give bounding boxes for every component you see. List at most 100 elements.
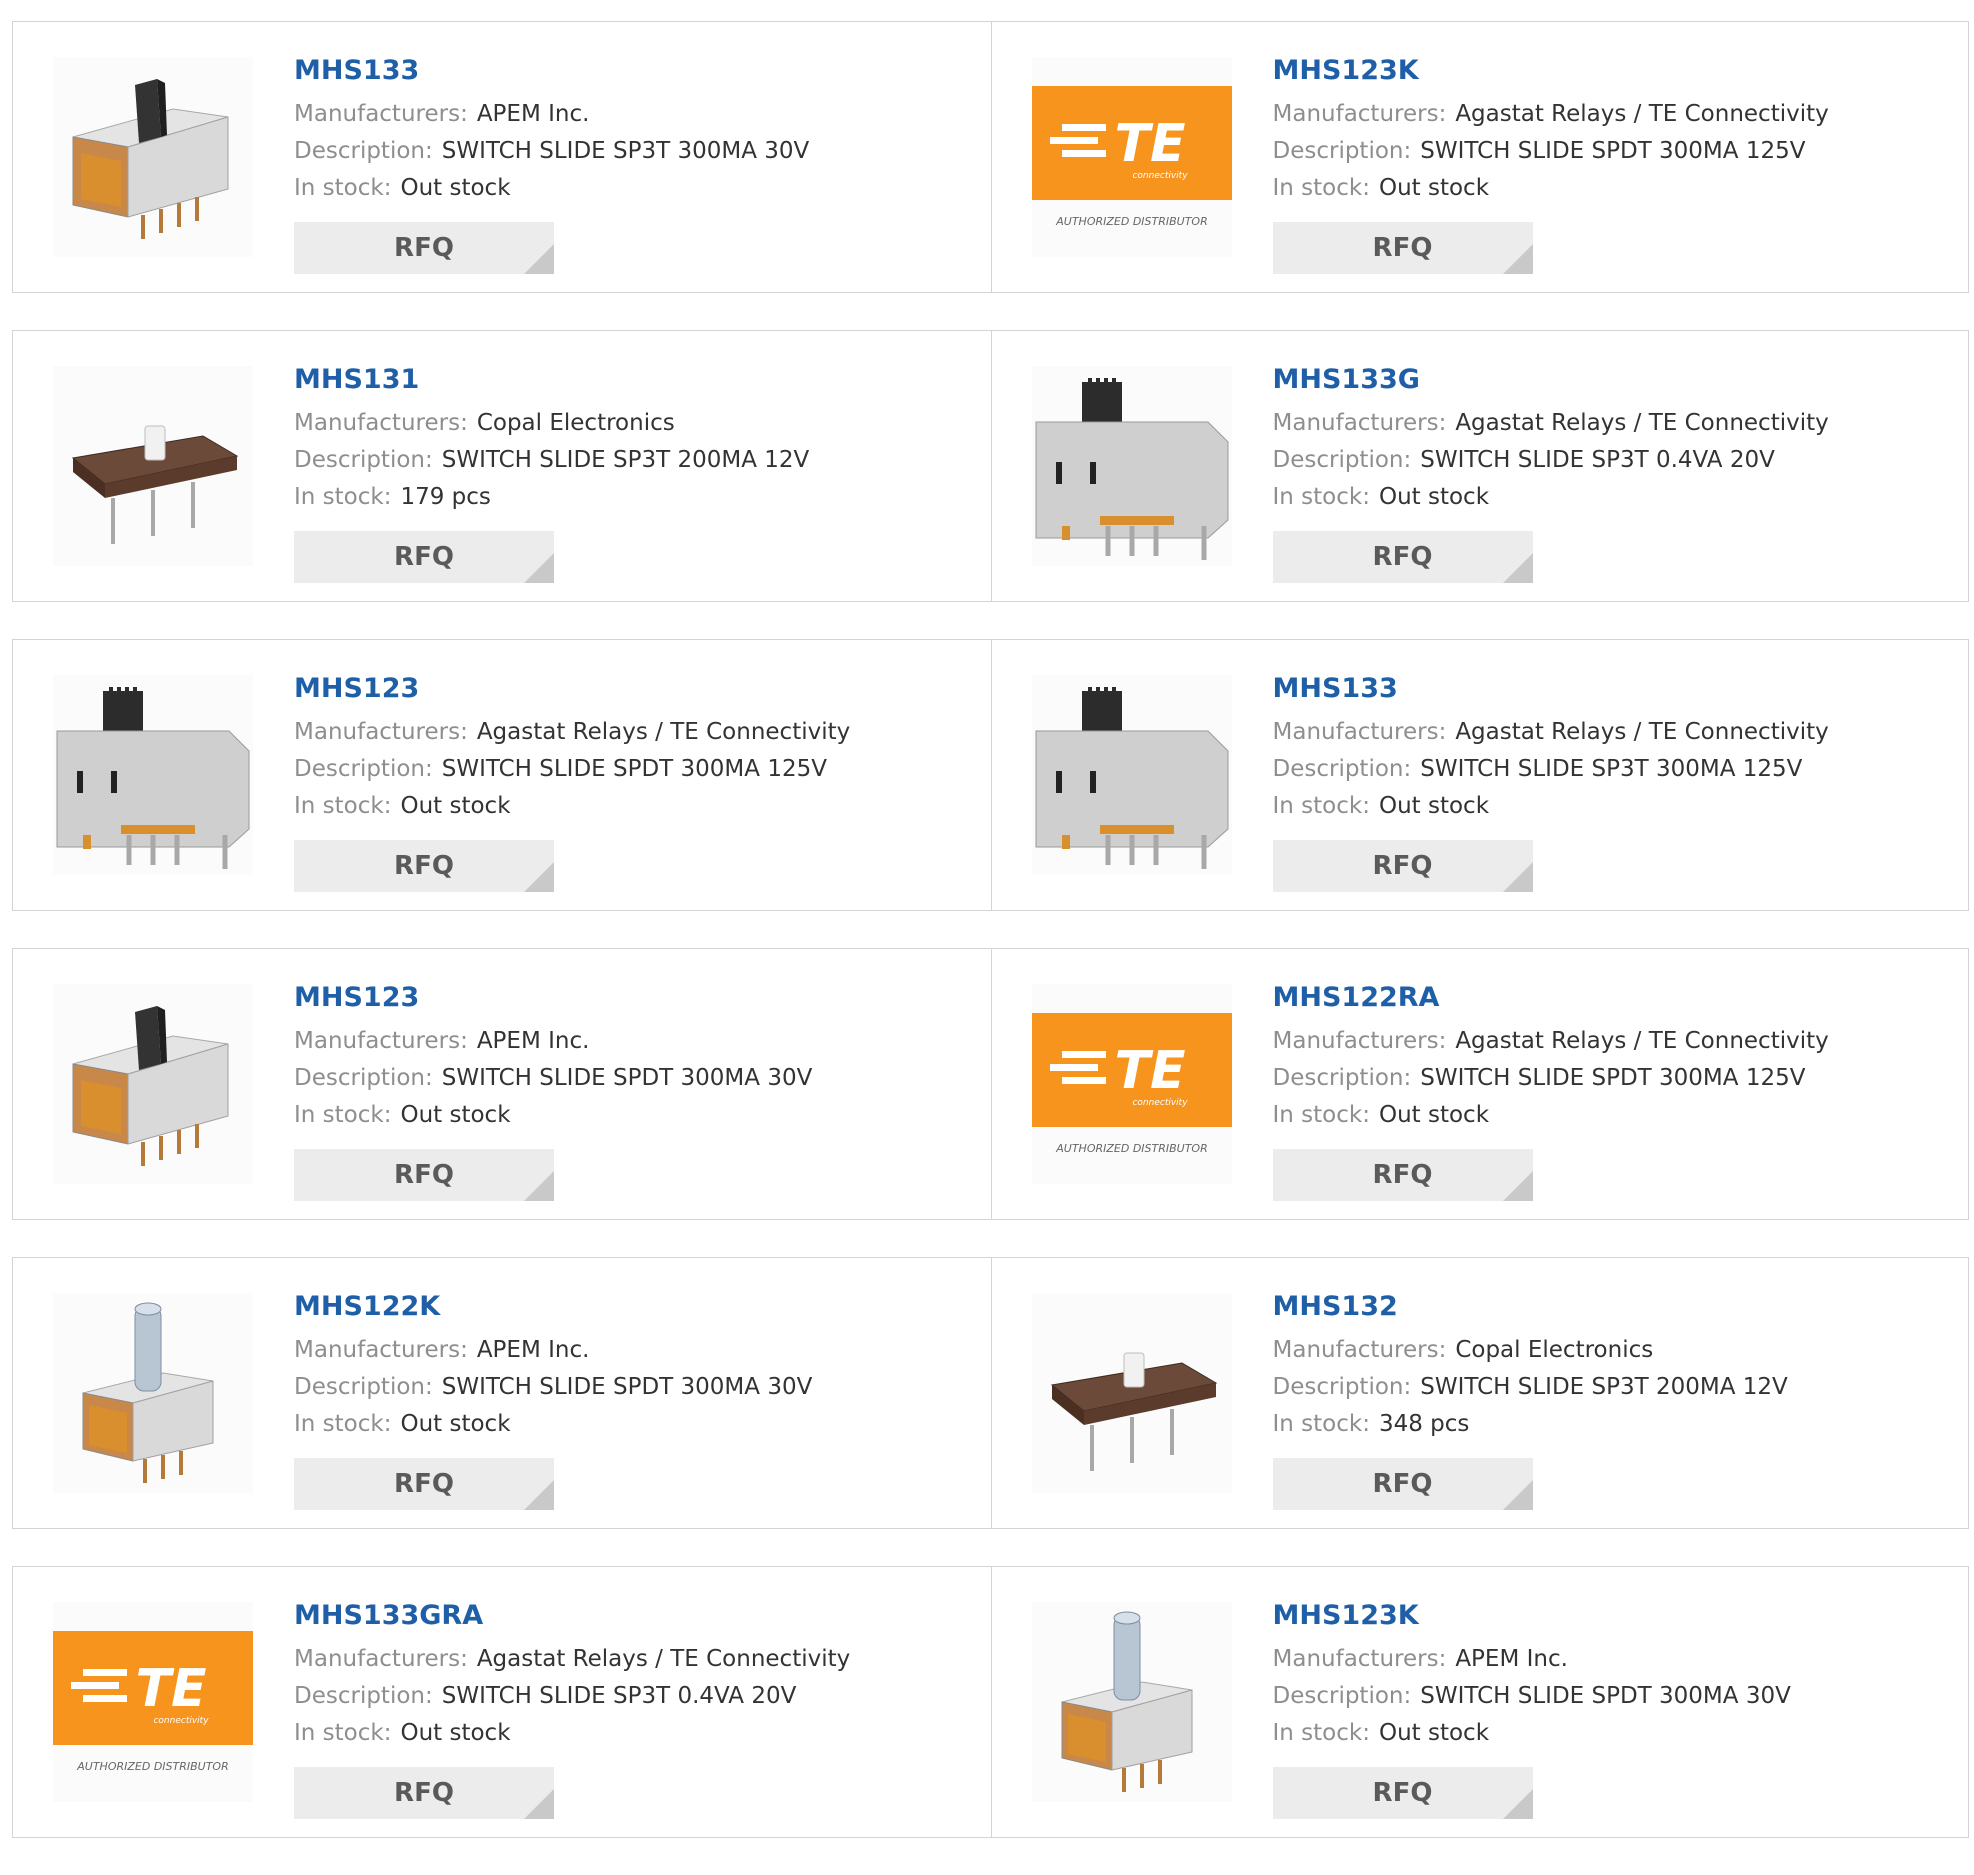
stock-value: Out stock: [400, 175, 511, 201]
copal-switch-icon: [1050, 1352, 1217, 1471]
description-label: Description:: [1272, 447, 1412, 473]
product-card: MHS122K Manufacturers: APEM Inc. Descript…: [13, 1258, 991, 1528]
corner-triangle-icon: [1502, 862, 1533, 892]
part-number-link[interactable]: MHS133: [294, 52, 419, 90]
description-value: SWITCH SLIDE SP3T 300MA 125V: [1420, 756, 1803, 782]
apem-tall-switch-icon: [1061, 1611, 1192, 1792]
product-image[interactable]: [53, 1293, 253, 1493]
te-logo: TEconnectivity AUTHORIZED DISTRIBUTOR: [1031, 1013, 1232, 1155]
description-label: Description:: [294, 447, 433, 473]
rfq-button[interactable]: RFQ: [1272, 531, 1533, 583]
part-number-link[interactable]: MHS131: [294, 361, 419, 399]
product-image[interactable]: TE connectivity AUTHORIZED DISTRIBUTOR: [1031, 57, 1232, 257]
authorized-distributor-text: AUTHORIZED DISTRIBUTOR: [76, 1760, 229, 1773]
rfq-label: RFQ: [1372, 851, 1433, 881]
rfq-button[interactable]: RFQ: [1272, 1767, 1533, 1819]
manufacturer-label: Manufacturers:: [294, 1028, 468, 1054]
manufacturer-value: Copal Electronics: [1455, 1337, 1654, 1363]
part-number-link[interactable]: MHS133G: [1273, 361, 1420, 399]
stock-label: In stock:: [294, 1720, 392, 1746]
product-image[interactable]: TE connectivity AUTHORIZED DISTRIBUTOR: [1031, 984, 1232, 1184]
rfq-button[interactable]: RFQ: [294, 1149, 554, 1201]
rfq-button[interactable]: RFQ: [1272, 840, 1533, 892]
manufacturer-line: Manufacturers: Agastat Relays / TE Connec…: [1273, 96, 1949, 133]
product-card: MHS133 Manufacturers: Agastat Relays / TE…: [990, 640, 1969, 910]
stock-line: In stock: 348 pcs: [1273, 1406, 1949, 1443]
part-number-link[interactable]: MHS122K: [294, 1288, 440, 1326]
stock-value: 179 pcs: [400, 484, 491, 510]
description-label: Description:: [294, 1374, 433, 1400]
description-value: SWITCH SLIDE SPDT 300MA 125V: [441, 756, 827, 782]
description-line: Description: SWITCH SLIDE SP3T 300MA 125V: [1273, 751, 1949, 788]
product-info: MHS132 Manufacturers: Copal Electronics D…: [1273, 1288, 1949, 1443]
product-row: MHS123 Manufacturers: Agastat Relays / TE…: [12, 639, 1969, 911]
manufacturer-label: Manufacturers:: [1272, 1646, 1447, 1672]
part-number-link[interactable]: MHS122RA: [1273, 979, 1440, 1017]
part-number-link[interactable]: MHS132: [1273, 1288, 1398, 1326]
apem-switch-icon: [72, 79, 229, 239]
part-number-link[interactable]: MHS123K: [1273, 1597, 1419, 1635]
product-image[interactable]: [53, 57, 253, 257]
part-number-link[interactable]: MHS123: [294, 670, 419, 708]
manufacturer-line: Manufacturers: APEM Inc.: [294, 1332, 971, 1369]
stock-label: In stock:: [1272, 1720, 1370, 1746]
part-number-link[interactable]: MHS123: [294, 979, 419, 1017]
rfq-button[interactable]: RFQ: [294, 222, 554, 274]
stock-value: Out stock: [400, 793, 511, 819]
rfq-button[interactable]: RFQ: [294, 1458, 554, 1510]
manufacturer-value: Agastat Relays / TE Connectivity: [1455, 101, 1829, 127]
product-image[interactable]: [1031, 366, 1232, 566]
product-image[interactable]: [1031, 1602, 1232, 1802]
product-image[interactable]: [53, 366, 253, 566]
product-image[interactable]: [53, 984, 253, 1184]
stock-value: Out stock: [400, 1411, 511, 1437]
rfq-button[interactable]: RFQ: [1272, 222, 1533, 274]
product-row: TE connectivity AUTHORIZED DISTRIBUTOR MHS…: [12, 1566, 1969, 1838]
stock-label: In stock:: [1272, 1102, 1370, 1128]
product-image[interactable]: TE connectivity AUTHORIZED DISTRIBUTOR: [53, 1602, 253, 1802]
part-number-link[interactable]: MHS133: [1273, 670, 1398, 708]
manufacturer-line: Manufacturers: Agastat Relays / TE Connec…: [294, 714, 971, 751]
authorized-distributor-text: AUTHORIZED DISTRIBUTOR: [1055, 1142, 1208, 1155]
rfq-button[interactable]: RFQ: [294, 531, 554, 583]
rfq-label: RFQ: [394, 233, 454, 263]
manufacturer-value: APEM Inc.: [1455, 1646, 1568, 1672]
product-row: MHS131 Manufacturers: Copal Electronics D…: [12, 330, 1969, 602]
product-card: MHS132 Manufacturers: Copal Electronics D…: [990, 1258, 1969, 1528]
rfq-button[interactable]: RFQ: [1272, 1149, 1533, 1201]
rfq-button[interactable]: RFQ: [294, 1767, 554, 1819]
product-image[interactable]: [53, 675, 253, 875]
description-line: Description: SWITCH SLIDE SPDT 300MA 125V: [1273, 1060, 1949, 1097]
description-label: Description:: [1272, 1683, 1412, 1709]
description-line: Description: SWITCH SLIDE SPDT 300MA 30V: [294, 1369, 971, 1406]
stock-label: In stock:: [1272, 175, 1370, 201]
product-card: TE connectivity AUTHORIZED DISTRIBUTOR MHS…: [990, 22, 1969, 292]
stock-value: Out stock: [400, 1720, 511, 1746]
manufacturer-value: Agastat Relays / TE Connectivity: [1455, 410, 1829, 436]
manufacturer-line: Manufacturers: Agastat Relays / TE Connec…: [1273, 714, 1949, 751]
stock-line: In stock: Out stock: [294, 1097, 971, 1134]
manufacturer-line: Manufacturers: APEM Inc.: [294, 96, 971, 133]
stock-value: 348 pcs: [1378, 1411, 1470, 1437]
rfq-label: RFQ: [394, 1778, 454, 1808]
product-info: MHS133G Manufacturers: Agastat Relays / T…: [1273, 361, 1949, 516]
description-value: SWITCH SLIDE SP3T 300MA 30V: [441, 138, 810, 164]
part-number-link[interactable]: MHS133GRA: [294, 1597, 483, 1635]
product-image[interactable]: [1031, 675, 1232, 875]
product-card: MHS123 Manufacturers: APEM Inc. Descripti…: [13, 949, 991, 1219]
manufacturer-value: APEM Inc.: [476, 101, 590, 127]
te-logo: TEconnectivity AUTHORIZED DISTRIBUTOR: [53, 1631, 253, 1773]
manufacturer-value: Agastat Relays / TE Connectivity: [1455, 719, 1829, 745]
part-number-link[interactable]: MHS123K: [1273, 52, 1419, 90]
corner-triangle-icon: [524, 862, 554, 892]
product-image[interactable]: [1031, 1293, 1232, 1493]
description-label: Description:: [294, 1065, 433, 1091]
product-info: MHS123K Manufacturers: APEM Inc. Descript…: [1273, 1597, 1949, 1752]
manufacturer-label: Manufacturers:: [294, 719, 468, 745]
manufacturer-line: Manufacturers: Copal Electronics: [294, 405, 971, 442]
rfq-button[interactable]: RFQ: [1272, 1458, 1533, 1510]
rfq-button[interactable]: RFQ: [294, 840, 554, 892]
rfq-label: RFQ: [1372, 1160, 1433, 1190]
manufacturer-value: Agastat Relays / TE Connectivity: [476, 719, 851, 745]
description-value: SWITCH SLIDE SP3T 0.4VA 20V: [441, 1683, 797, 1709]
